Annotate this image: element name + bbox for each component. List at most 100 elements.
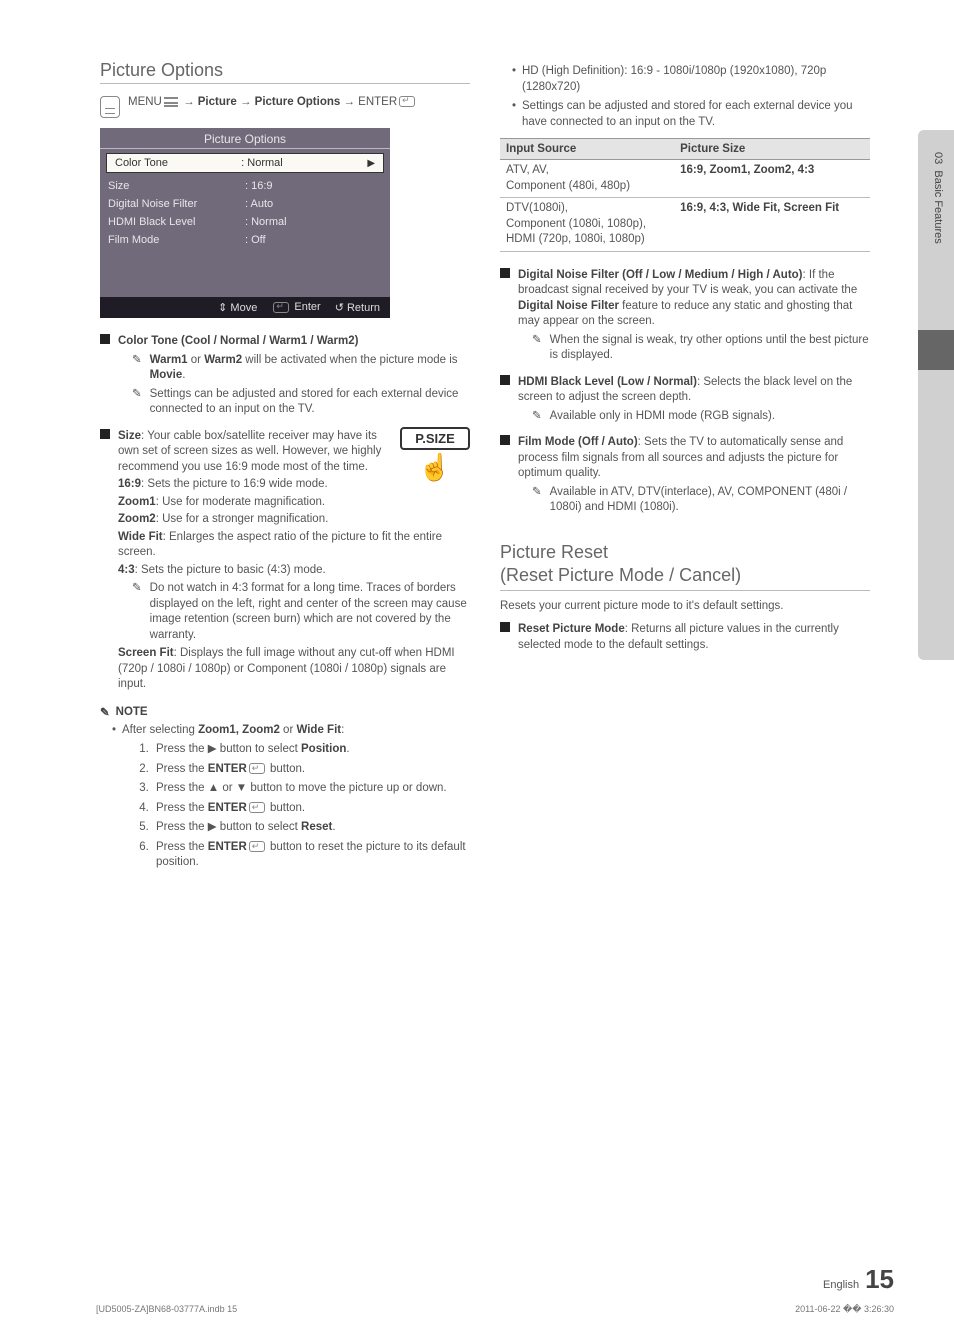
step-item: Press the ▶ button to select Position. [152, 742, 470, 758]
digital-noise-filter-section: Digital Noise Filter (Off / Low / Medium… [500, 266, 870, 367]
chapter-side-tab: 03 Basic Features [918, 130, 954, 660]
osd-row: HDMI Black Level : Normal [100, 213, 390, 231]
page-footer: English 15 [96, 1264, 894, 1295]
psize-button-illustration: P.SIZE ☝ [400, 427, 470, 483]
table-cell: 16:9, Zoom1, Zoom2, 4:3 [674, 160, 870, 198]
table-cell: DTV(1080i), Component (1080i, 1080p), HD… [500, 198, 674, 252]
menu-path-text: MENU → Picture → Picture Options → ENTER [128, 96, 417, 108]
right-column: HD (High Definition): 16:9 - 1080i/1080p… [500, 60, 894, 875]
note-text: Available in ATV, DTV(interlace), AV, CO… [550, 485, 870, 516]
osd-value: : Off [245, 234, 382, 246]
menu-part-1: Picture [198, 96, 237, 108]
remote-icon [100, 96, 120, 118]
note-text: Available only in HDMI mode (RGB signals… [550, 409, 870, 425]
return-icon: ↺ [335, 302, 344, 314]
move-hint: ⇕ Move [218, 301, 257, 314]
enter-hint: Enter [271, 301, 320, 314]
size-item: 4:3: Sets the picture to basic (4:3) mod… [118, 563, 470, 579]
size-item: Screen Fit: Displays the full image with… [118, 646, 470, 693]
size-section: P.SIZE ☝ Size: Your cable box/satellite … [100, 427, 470, 695]
osd-value: : Normal [245, 216, 382, 228]
print-mark: [UD5005-ZA]BN68-03777A.indb 15 2011-06-2… [96, 1304, 894, 1315]
osd-value: : 16:9 [245, 180, 382, 192]
note-icon: ✎ [532, 333, 542, 364]
caution-text: Do not watch in 4:3 format for a long ti… [150, 581, 470, 643]
left-column: Picture Options MENU → Picture → Picture… [100, 60, 470, 875]
osd-row: Digital Noise Filter : Auto [100, 195, 390, 213]
size-item: Zoom1: Use for moderate magnification. [118, 495, 470, 511]
square-bullet-icon [500, 375, 510, 385]
step-item: Press the ENTER button to reset the pict… [152, 840, 470, 871]
chapter-name: Basic Features [932, 170, 944, 243]
step-item: Press the ENTER button. [152, 762, 470, 778]
return-hint: ↺ Return [335, 301, 380, 314]
size-item: Zoom2: Use for a stronger magnification. [118, 512, 470, 528]
osd-row-selected: Color Tone : Normal ▶ [106, 153, 384, 173]
osd-value: : Normal [241, 157, 367, 169]
osd-title: Picture Options [100, 128, 390, 149]
note-icon: ✎ [532, 409, 542, 425]
table-cell: ATV, AV, Component (480i, 480p) [500, 160, 674, 198]
film-text: Film Mode (Off / Auto): Sets the TV to a… [518, 435, 870, 482]
picture-reset-title: Picture Reset (Reset Picture Mode / Canc… [500, 541, 870, 591]
psize-label: P.SIZE [400, 427, 470, 450]
square-bullet-icon [500, 622, 510, 632]
side-tab-marker [918, 330, 954, 370]
bullet-item: HD (High Definition): 16:9 - 1080i/1080p… [512, 64, 870, 95]
move-icon: ⇕ [218, 302, 227, 314]
input-source-table: Input Source Picture Size ATV, AV, Compo… [500, 138, 870, 252]
note-lead: After selecting Zoom1, Zoom2 or Wide Fit… [112, 723, 470, 871]
table-header: Picture Size [674, 139, 870, 160]
page-title: Picture Options [100, 60, 470, 84]
bullet-item: Settings can be adjusted and stored for … [512, 99, 870, 130]
menu-suffix: ENTER [358, 96, 397, 108]
menu-prefix: MENU [128, 96, 162, 108]
square-bullet-icon [100, 429, 110, 439]
note-text: When the signal is weak, try other optio… [550, 333, 870, 364]
menu-glyph-icon [164, 97, 178, 107]
osd-row: Size : 16:9 [100, 177, 390, 195]
osd-row: Film Mode : Off [100, 231, 390, 249]
steps-list: Press the ▶ button to select Position. P… [152, 742, 470, 871]
enter-glyph-icon [399, 96, 415, 107]
film-mode-section: Film Mode (Off / Auto): Sets the TV to a… [500, 433, 870, 519]
note-icon: ✎ [132, 387, 142, 418]
note-icon: ✎ [132, 353, 142, 384]
note-text: Warm1 or Warm2 will be activated when th… [150, 353, 470, 384]
osd-panel: Picture Options Color Tone : Normal ▶ Si… [100, 128, 390, 318]
enter-icon [273, 302, 289, 313]
step-item: Press the ▲ or ▼ button to move the pict… [152, 781, 470, 797]
note-icon: ✎ [100, 705, 110, 719]
step-item: Press the ▶ button to select Reset. [152, 820, 470, 836]
osd-footer: ⇕ Move Enter ↺ Return [100, 297, 390, 318]
hdmi-black-level-section: HDMI Black Level (Low / Normal): Selects… [500, 373, 870, 428]
hand-pointer-icon: ☝ [400, 452, 470, 483]
table-cell: 16:9, 4:3, Wide Fit, Screen Fit [674, 198, 870, 252]
footer-lang: English [823, 1279, 859, 1291]
right-arrow-icon: ▶ [367, 158, 375, 169]
size-item: Wide Fit: Enlarges the aspect ratio of t… [118, 530, 470, 561]
osd-label: Digital Noise Filter [108, 198, 245, 210]
reset-picture-mode-section: Reset Picture Mode: Returns all picture … [500, 620, 870, 655]
osd-label: HDMI Black Level [108, 216, 245, 228]
print-file: [UD5005-ZA]BN68-03777A.indb 15 [96, 1304, 237, 1315]
note-icon: ✎ [132, 581, 142, 643]
osd-label: Color Tone [115, 157, 241, 169]
note-icon: ✎ [532, 485, 542, 516]
menu-part-2: Picture Options [255, 96, 341, 108]
osd-value: : Auto [245, 198, 382, 210]
table-header-row: Input Source Picture Size [500, 139, 870, 160]
reset-lead: Resets your current picture mode to it's… [500, 599, 870, 615]
page-number: 15 [865, 1264, 894, 1295]
enter-glyph-icon [249, 841, 265, 852]
print-date: 2011-06-22 �� 3:26:30 [795, 1304, 894, 1315]
enter-glyph-icon [249, 802, 265, 813]
chapter-number: 03 [932, 152, 944, 164]
enter-glyph-icon [249, 763, 265, 774]
table-header: Input Source [500, 139, 674, 160]
table-row: DTV(1080i), Component (1080i, 1080p), HD… [500, 198, 870, 252]
table-row: ATV, AV, Component (480i, 480p) 16:9, Zo… [500, 160, 870, 198]
menu-path: MENU → Picture → Picture Options → ENTER [100, 96, 470, 118]
side-tab-text: 03 Basic Features [932, 152, 944, 244]
step-item: Press the ENTER button. [152, 801, 470, 817]
